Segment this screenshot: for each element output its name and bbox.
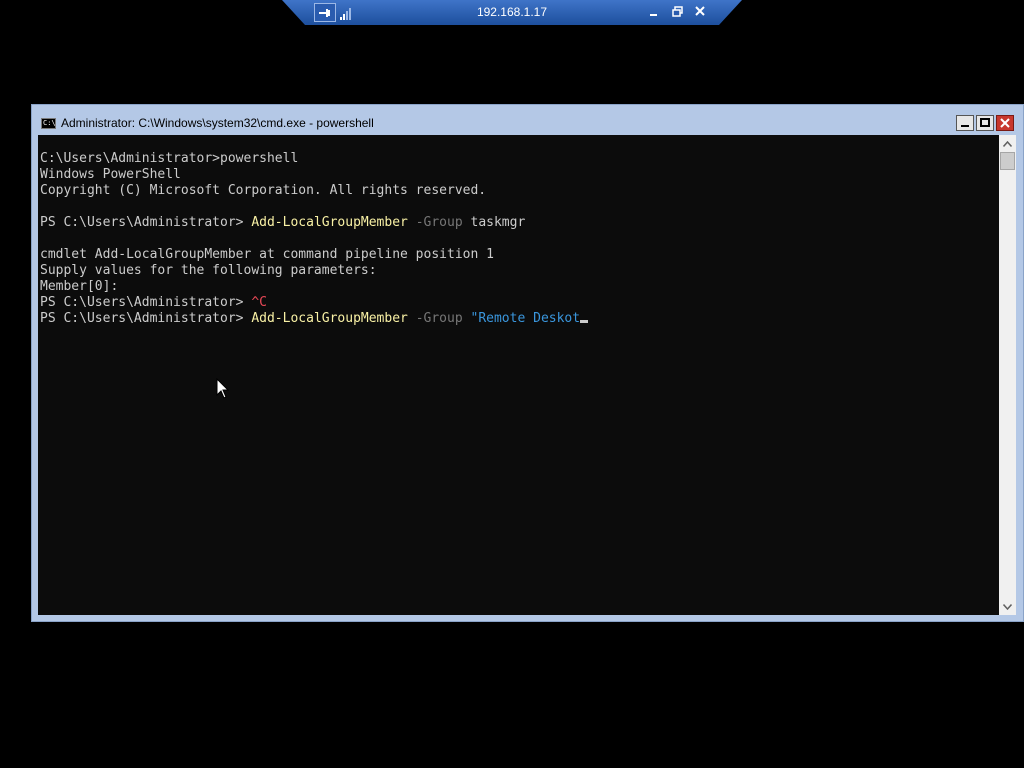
minimize-button[interactable] [956, 115, 974, 131]
maximize-button[interactable] [976, 115, 994, 131]
rdp-restore-button[interactable] [669, 3, 685, 19]
console-line: cmdlet Add-LocalGroupMember at command p… [40, 247, 588, 263]
rdp-connection-bar: 192.168.1.17 [282, 0, 742, 25]
console-token-text: Member[0]: [40, 279, 119, 294]
close-icon [1000, 118, 1010, 128]
console-token-cmd: Add-LocalGroupMember [251, 311, 408, 326]
console-token-text [408, 311, 416, 326]
minimize-icon [650, 14, 657, 16]
rdp-minimize-button[interactable] [646, 3, 662, 19]
console-lines: C:\Users\Administrator>powershell Windows… [40, 151, 589, 327]
scrollbar-thumb[interactable] [1000, 152, 1015, 170]
console-token-text: taskmgr [462, 215, 526, 230]
console-token-text: Copyright (C) Microsoft Corporation. All… [40, 183, 487, 198]
maximize-icon [980, 118, 990, 127]
close-icon [695, 6, 705, 16]
console-token-text: PS C:\Users\Administrator> [40, 295, 252, 310]
console-line: Windows PowerShell [40, 167, 588, 183]
console-token-param: -Group [415, 215, 463, 230]
close-button[interactable] [996, 115, 1014, 131]
console-token-ctrl: ^C [251, 295, 267, 310]
console-token-text: PS C:\Users\Administrator> [40, 311, 252, 326]
console-token-text: Supply values for the following paramete… [40, 263, 377, 278]
console-line: PS C:\Users\Administrator> Add-LocalGrou… [40, 215, 588, 231]
console-token-text: C:\Users\Administrator>powershell [40, 151, 299, 166]
cmd-icon[interactable]: C:\ [41, 118, 56, 129]
console-token-text: cmdlet Add-LocalGroupMember at command p… [40, 247, 494, 262]
console-token-text: Windows PowerShell [40, 167, 181, 182]
scroll-up-button[interactable] [999, 135, 1016, 152]
vertical-scrollbar[interactable] [999, 135, 1016, 615]
mouse-pointer-icon [216, 378, 230, 399]
console-output[interactable]: C:\Users\Administrator>powershell Windows… [38, 135, 999, 615]
console-line: PS C:\Users\Administrator> ^C [40, 295, 588, 311]
console-token-text [408, 215, 416, 230]
scroll-down-button[interactable] [999, 598, 1016, 615]
rdp-close-button[interactable] [692, 3, 708, 19]
console-token-param: -Group [415, 311, 463, 326]
scroll-down-arrow-icon [1003, 603, 1012, 610]
console-line: Supply values for the following paramete… [40, 263, 588, 279]
console-line: PS C:\Users\Administrator> Add-LocalGrou… [40, 311, 589, 327]
console-token-text: PS C:\Users\Administrator> [40, 215, 252, 230]
console-line: Member[0]: [40, 279, 588, 295]
console-line: C:\Users\Administrator>powershell [40, 151, 588, 167]
restore-icon [671, 5, 683, 17]
console-window: C:\ Administrator: C:\Windows\system32\c… [31, 104, 1024, 622]
console-line: Copyright (C) Microsoft Corporation. All… [40, 183, 588, 199]
window-title: Administrator: C:\Windows\system32\cmd.e… [61, 116, 374, 130]
minimize-icon [961, 125, 969, 127]
console-token-text [463, 311, 471, 326]
console-token-cmd: Add-LocalGroupMember [251, 215, 408, 230]
console-token-str: "Remote Deskot [470, 311, 581, 326]
text-cursor [580, 320, 589, 323]
scroll-up-arrow-icon [1003, 140, 1012, 147]
window-titlebar[interactable]: C:\ Administrator: C:\Windows\system32\c… [32, 105, 1023, 135]
